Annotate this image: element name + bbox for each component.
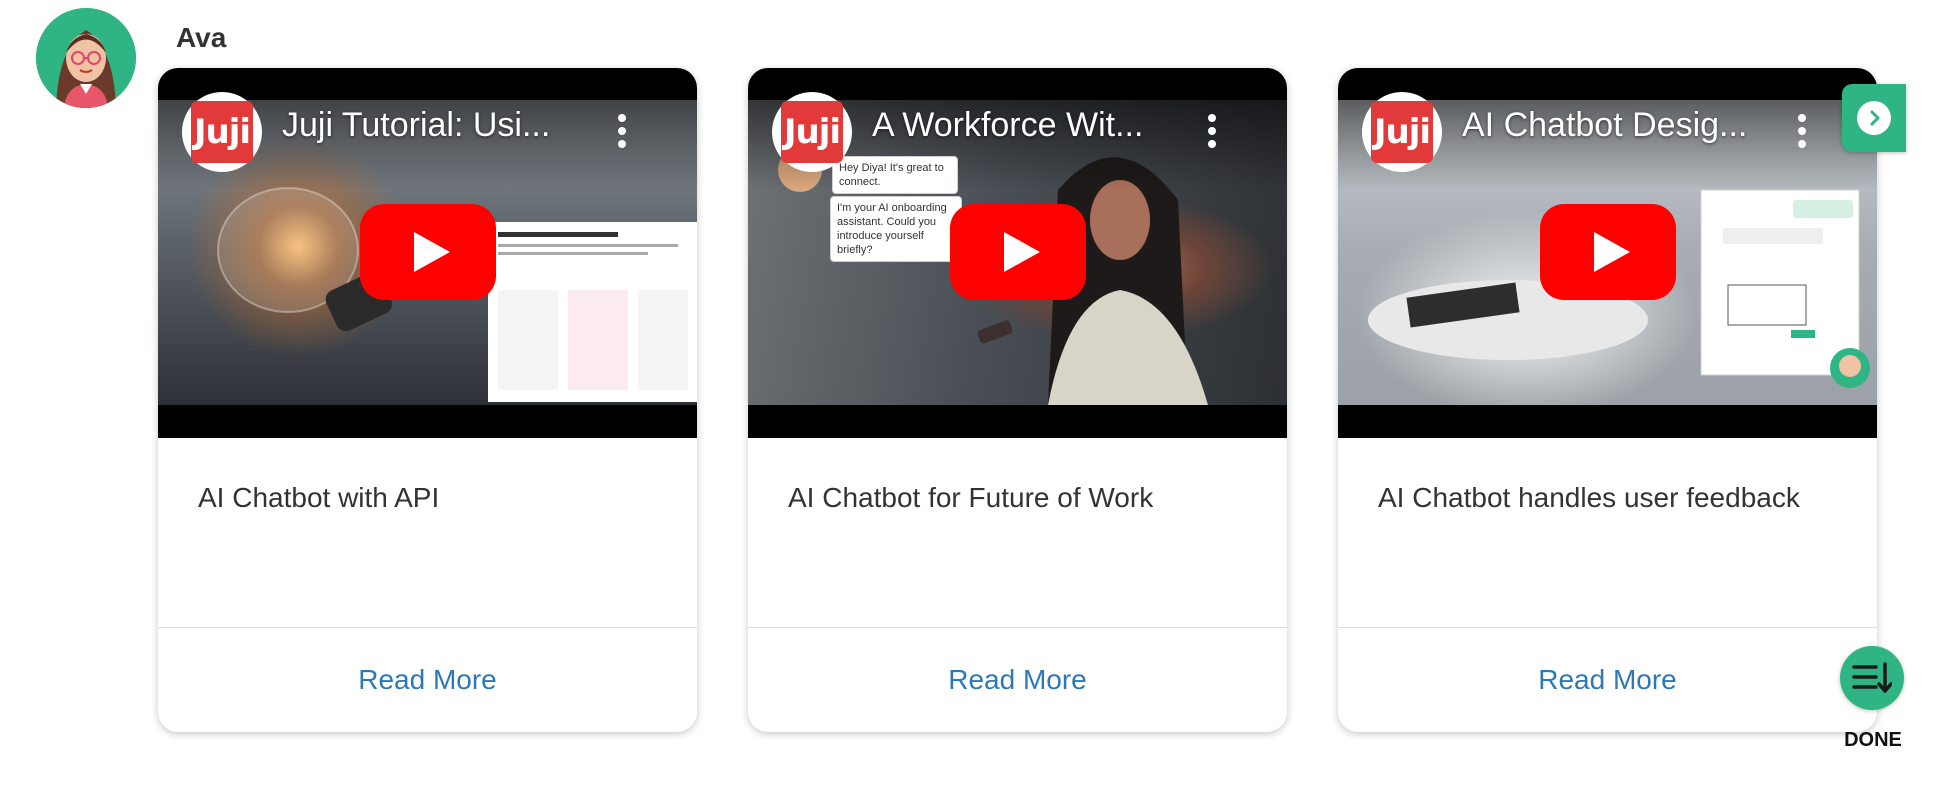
video-title[interactable]: A Workforce Wit... <box>872 106 1143 145</box>
avatar <box>36 8 136 108</box>
chat-overlay-bubble: I'm your AI onboarding assistant. Could … <box>830 196 962 262</box>
youtube-play-icon[interactable] <box>950 204 1086 300</box>
card-body: AI Chatbot with API <box>158 438 697 628</box>
card-body: AI Chatbot for Future of Work <box>748 438 1287 628</box>
read-more-button[interactable]: Read More <box>1338 628 1877 732</box>
card-title: AI Chatbot handles user feedback <box>1378 482 1800 513</box>
juji-logo-mark: Juji <box>191 101 253 163</box>
chevron-right-circle-icon <box>1857 101 1891 135</box>
card-title: AI Chatbot with API <box>198 482 440 513</box>
channel-logo[interactable]: Juji <box>772 92 852 172</box>
video-player[interactable]: Juji Juji Tutorial: Usi... <box>158 68 697 438</box>
card-body: AI Chatbot handles user feedback <box>1338 438 1877 628</box>
video-card: Juji AI Chatbot Desig... AI Chatbot hand… <box>1338 68 1877 732</box>
done-label: DONE <box>1844 729 1902 751</box>
youtube-play-icon[interactable] <box>360 204 496 300</box>
chat-message: Ava Juji Juji Tutorial: Usi... AI Chatbo… <box>0 0 1960 802</box>
carousel-next-button[interactable] <box>1842 84 1906 152</box>
juji-logo-mark: Juji <box>1371 101 1433 163</box>
video-title[interactable]: Juji Tutorial: Usi... <box>282 106 550 145</box>
more-vertical-icon[interactable] <box>618 114 626 148</box>
youtube-play-icon[interactable] <box>1540 204 1676 300</box>
more-vertical-icon[interactable] <box>1208 114 1216 148</box>
avatar-illustration <box>36 8 136 108</box>
read-more-button[interactable]: Read More <box>748 628 1287 732</box>
video-player[interactable]: Hey Diya! It's great to connect. I'm you… <box>748 68 1287 438</box>
chat-overlay-bubble: Hey Diya! It's great to connect. <box>832 156 958 194</box>
channel-logo[interactable]: Juji <box>182 92 262 172</box>
more-vertical-icon[interactable] <box>1798 114 1806 148</box>
done-button[interactable] <box>1840 646 1904 710</box>
list-sort-down-icon <box>1852 662 1892 693</box>
video-player[interactable]: Juji AI Chatbot Desig... <box>1338 68 1877 438</box>
sender-name: Ava <box>176 22 227 53</box>
channel-logo[interactable]: Juji <box>1362 92 1442 172</box>
video-card: Hey Diya! It's great to connect. I'm you… <box>748 68 1287 732</box>
video-card: Juji Juji Tutorial: Usi... AI Chatbot wi… <box>158 68 697 732</box>
juji-logo-mark: Juji <box>781 101 843 163</box>
video-title[interactable]: AI Chatbot Desig... <box>1462 106 1747 145</box>
read-more-button[interactable]: Read More <box>158 628 697 732</box>
card-title: AI Chatbot for Future of Work <box>788 482 1154 513</box>
